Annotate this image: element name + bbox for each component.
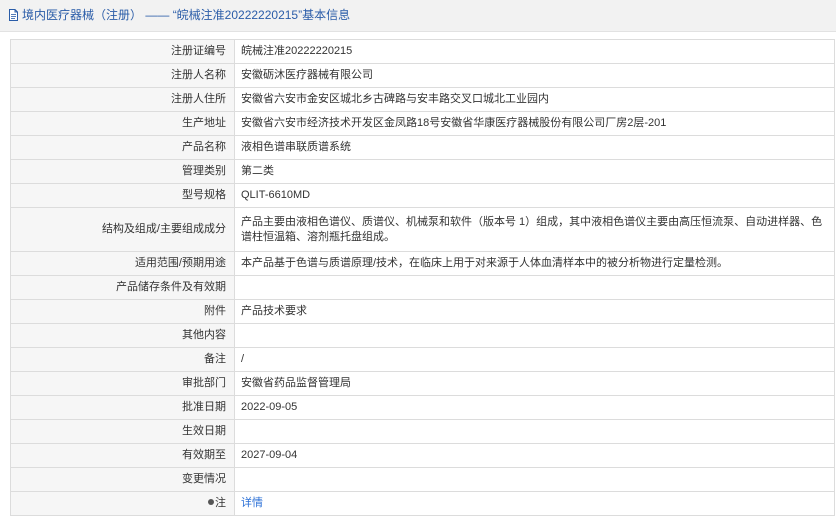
row-label: 生产地址 (10, 111, 235, 136)
table-row: 备注 / (10, 347, 835, 372)
pin-icon (208, 499, 214, 505)
registration-info-table: 注册证编号 皖械注准20222220215 注册人名称 安徽砺沐医疗器械有限公司… (10, 39, 835, 516)
row-label: 生效日期 (10, 419, 235, 444)
table-row: 适用范围/预期用途 本产品基于色谱与质谱原理/技术，在临床上用于对来源于人体血清… (10, 251, 835, 276)
table-row: 注册证编号 皖械注准20222220215 (10, 39, 835, 64)
row-value: 安徽省六安市经济技术开发区金凤路18号安徽省华康医疗器械股份有限公司厂房2层-2… (234, 111, 835, 136)
row-value: 安徽省六安市金安区城北乡古碑路与安丰路交叉口城北工业园内 (234, 87, 835, 112)
row-label: 注册证编号 (10, 39, 235, 64)
row-value: 第二类 (234, 159, 835, 184)
row-label: 注册人名称 (10, 63, 235, 88)
row-label: 有效期至 (10, 443, 235, 468)
row-value: 2022-09-05 (234, 395, 835, 420)
row-label: 附件 (10, 299, 235, 324)
table-row: 结构及组成/主要组成成分 产品主要由液相色谱仪、质谱仪、机械泵和软件（版本号 1… (10, 207, 835, 252)
row-label: 备注 (10, 347, 235, 372)
row-label: 适用范围/预期用途 (10, 251, 235, 276)
row-value: 安徽砺沐医疗器械有限公司 (234, 63, 835, 88)
table-row: 其他内容 (10, 323, 835, 348)
row-value: 液相色谱串联质谱系统 (234, 135, 835, 160)
note-label-cell: 注 (10, 491, 235, 516)
row-label: 变更情况 (10, 467, 235, 492)
note-value-cell: 详情 (234, 491, 835, 516)
row-value: QLIT-6610MD (234, 183, 835, 208)
page-header: 境内医疗器械（注册） —— “皖械注准20222220215”基本信息 (0, 0, 836, 32)
details-link[interactable]: 详情 (241, 497, 263, 509)
breadcrumb-separator: —— (142, 8, 173, 22)
document-icon (8, 9, 19, 21)
row-label: 产品储存条件及有效期 (10, 275, 235, 300)
page-title: “皖械注准20222220215”基本信息 (172, 8, 351, 22)
row-value (234, 419, 835, 444)
breadcrumb[interactable]: 境内医疗器械（注册） (22, 8, 142, 22)
table-row: 审批部门 安徽省药品监督管理局 (10, 371, 835, 396)
table-row: 批准日期 2022-09-05 (10, 395, 835, 420)
row-value (234, 467, 835, 492)
row-label: 其他内容 (10, 323, 235, 348)
table-row: 产品储存条件及有效期 (10, 275, 835, 300)
row-label: 结构及组成/主要组成成分 (10, 207, 235, 252)
row-value: 产品技术要求 (234, 299, 835, 324)
row-value: 2027-09-04 (234, 443, 835, 468)
row-label: 注册人住所 (10, 87, 235, 112)
row-label: 产品名称 (10, 135, 235, 160)
row-value (234, 323, 835, 348)
row-label: 审批部门 (10, 371, 235, 396)
table-row: 管理类别 第二类 (10, 159, 835, 184)
row-value (234, 275, 835, 300)
row-value: / (234, 347, 835, 372)
table-row: 型号规格 QLIT-6610MD (10, 183, 835, 208)
table-row: 注册人名称 安徽砺沐医疗器械有限公司 (10, 63, 835, 88)
note-row: 注 详情 (10, 491, 835, 516)
row-value: 皖械注准20222220215 (234, 39, 835, 64)
row-value: 产品主要由液相色谱仪、质谱仪、机械泵和软件（版本号 1）组成，其中液相色谱仪主要… (234, 207, 835, 252)
row-label: 批准日期 (10, 395, 235, 420)
table-row: 有效期至 2027-09-04 (10, 443, 835, 468)
row-label: 型号规格 (10, 183, 235, 208)
row-label: 管理类别 (10, 159, 235, 184)
row-value: 安徽省药品监督管理局 (234, 371, 835, 396)
table-row: 产品名称 液相色谱串联质谱系统 (10, 135, 835, 160)
note-label: 注 (215, 497, 226, 509)
table-row: 生产地址 安徽省六安市经济技术开发区金凤路18号安徽省华康医疗器械股份有限公司厂… (10, 111, 835, 136)
table-row: 附件 产品技术要求 (10, 299, 835, 324)
table-row: 注册人住所 安徽省六安市金安区城北乡古碑路与安丰路交叉口城北工业园内 (10, 87, 835, 112)
table-row: 生效日期 (10, 419, 835, 444)
table-row: 变更情况 (10, 467, 835, 492)
row-value: 本产品基于色谱与质谱原理/技术，在临床上用于对来源于人体血清样本中的被分析物进行… (234, 251, 835, 276)
